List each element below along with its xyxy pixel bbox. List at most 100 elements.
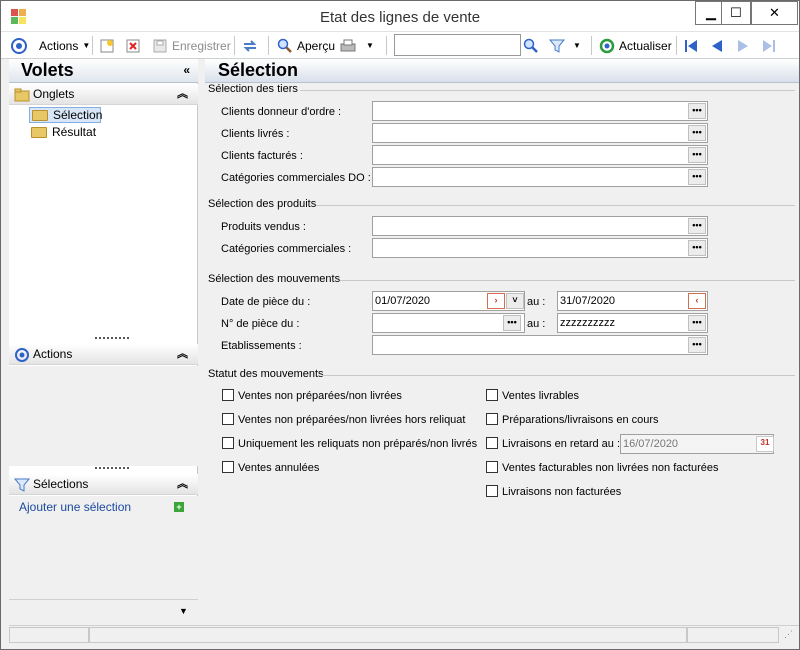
pane-splitter[interactable] (95, 467, 129, 469)
last-record-button[interactable] (761, 32, 777, 59)
chevron-down-icon[interactable]: ▼ (179, 606, 188, 616)
checkbox[interactable] (486, 389, 498, 401)
toolbar-separator (591, 36, 592, 55)
browse-button[interactable]: ••• (503, 315, 521, 331)
checkbox[interactable] (486, 461, 498, 473)
search-button[interactable] (523, 32, 539, 59)
resize-grip-icon[interactable]: ⋰ (784, 629, 793, 640)
browse-button[interactable]: ••• (688, 218, 706, 234)
browse-button[interactable]: ••• (688, 169, 706, 185)
folder-icon (31, 127, 47, 138)
field-label: Clients facturés : (221, 150, 303, 162)
field-label: Catégories commerciales DO : (221, 172, 371, 184)
preview-button[interactable]: Aperçu (277, 32, 335, 59)
clients-livres-field[interactable] (372, 123, 708, 143)
au-label: au : (527, 318, 546, 330)
selections-pane-body: Ajouter une sélection + (9, 496, 198, 599)
maximize-button[interactable]: ☐ (721, 1, 751, 25)
dropdown-arrow-icon: ▼ (366, 41, 374, 50)
previous-record-button[interactable] (709, 32, 725, 59)
magnifier-icon (277, 38, 293, 54)
date-to-field[interactable]: 31/07/2020 (557, 291, 708, 311)
checkbox[interactable] (222, 389, 234, 401)
tab-resultat[interactable]: Résultat (29, 125, 101, 141)
toolbar-separator (386, 36, 387, 55)
divider (300, 90, 795, 91)
au-label: au : (527, 296, 546, 308)
add-selection-link[interactable]: Ajouter une sélection (19, 500, 131, 514)
tab-selection[interactable]: Sélection (29, 107, 102, 123)
etablissements-field[interactable] (372, 335, 708, 355)
new-button[interactable] (99, 32, 115, 59)
volets-panel: Volets « Onglets ︽ Sélection Résultat Ac… (9, 59, 198, 625)
next-record-button[interactable] (735, 32, 751, 59)
add-icon[interactable]: + (174, 502, 184, 512)
open-folder-icon (32, 110, 48, 121)
status-segment (89, 627, 687, 643)
browse-button[interactable]: ••• (688, 337, 706, 353)
browse-button[interactable]: ••• (688, 103, 706, 119)
calendar-icon[interactable]: 31 (756, 436, 774, 452)
actions-pane-title: Actions (33, 347, 73, 361)
chevron-down-icon[interactable]: ˅ (506, 293, 524, 309)
target-icon (14, 347, 30, 363)
toolbar-separator (92, 36, 93, 55)
delete-button[interactable] (125, 32, 141, 59)
print-button[interactable]: ▼ (340, 32, 374, 59)
checkbox-label: Ventes non préparées/non livrées (238, 390, 402, 402)
collapse-panel-icon[interactable]: « (183, 59, 190, 82)
clients-donneur-field[interactable] (372, 101, 708, 121)
late-date-field[interactable]: 16/07/2020 (620, 434, 774, 454)
save-button[interactable]: Enregistrer (152, 32, 231, 59)
field-label: N° de pièce du : (221, 318, 300, 330)
categories-do-field[interactable] (372, 167, 708, 187)
browse-button[interactable]: ••• (688, 240, 706, 256)
clients-factures-field[interactable] (372, 145, 708, 165)
field-label: Catégories commerciales : (221, 243, 352, 255)
collapse-icon[interactable]: ︽ (177, 84, 188, 104)
date-prev-icon[interactable]: ‹ (688, 293, 706, 309)
sync-button[interactable] (242, 32, 258, 59)
close-icon: ✕ (769, 5, 780, 20)
checkbox[interactable] (486, 413, 498, 425)
delete-icon (125, 38, 141, 54)
search-input[interactable] (394, 34, 521, 56)
browse-button[interactable]: ••• (688, 125, 706, 141)
browse-button[interactable]: ••• (688, 147, 706, 163)
divider (340, 280, 795, 281)
app-menu-button[interactable] (11, 32, 27, 59)
collapse-icon[interactable]: ︽ (177, 474, 188, 494)
date-next-icon[interactable]: › (487, 293, 505, 309)
pane-splitter[interactable] (95, 337, 129, 339)
maximize-icon: ☐ (730, 5, 742, 20)
filter-button[interactable]: ▼ (548, 32, 581, 59)
divider (322, 375, 795, 376)
preview-label: Aperçu (297, 38, 336, 53)
checkbox[interactable] (222, 461, 234, 473)
close-button[interactable]: ✕ (751, 1, 798, 25)
new-document-icon (99, 38, 115, 54)
checkbox[interactable] (222, 437, 234, 449)
actions-header[interactable]: Actions ︽ (9, 344, 198, 365)
toolbar-separator (234, 36, 235, 55)
actions-menu[interactable]: Actions ▼ (39, 32, 90, 59)
refresh-button[interactable]: Actualiser (599, 32, 672, 59)
categories-commerciales-field[interactable] (372, 238, 708, 258)
toolbar-separator (676, 36, 677, 55)
field-label: Produits vendus : (221, 221, 306, 233)
selections-header[interactable]: Sélections ︽ (9, 474, 198, 495)
sync-icon (242, 38, 258, 54)
checkbox[interactable] (486, 485, 498, 497)
collapse-icon[interactable]: ︽ (177, 344, 188, 364)
status-segment (9, 627, 89, 643)
onglets-title: Onglets (33, 87, 75, 101)
produits-vendus-field[interactable] (372, 216, 708, 236)
checkbox[interactable] (222, 413, 234, 425)
checkbox[interactable] (486, 437, 498, 449)
window-title: Etat des lignes de vente (319, 9, 481, 26)
checkbox-label: Ventes livrables (502, 390, 580, 402)
browse-button[interactable]: ••• (688, 315, 706, 331)
onglets-header[interactable]: Onglets ︽ (9, 84, 198, 105)
first-record-button[interactable] (683, 32, 699, 59)
piece-to-field[interactable]: zzzzzzzzzz (557, 313, 708, 333)
